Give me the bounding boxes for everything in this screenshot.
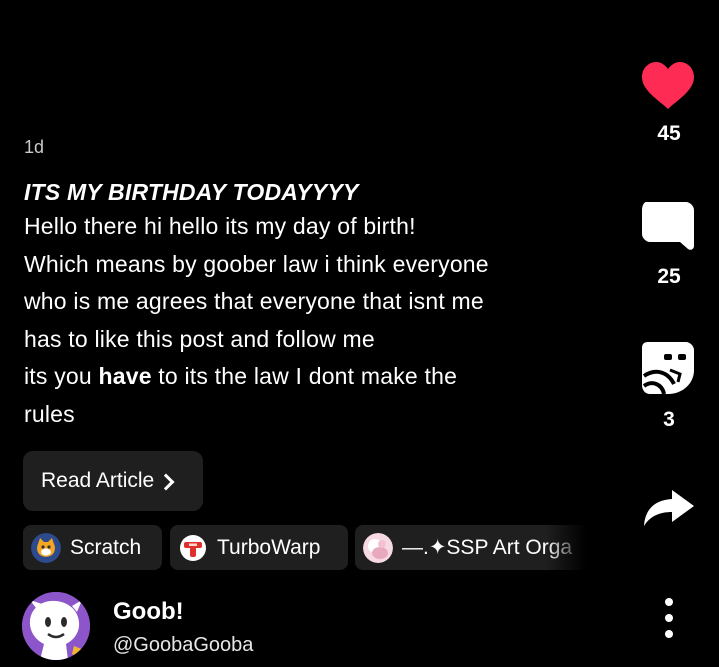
- post-line-text: to its the law I dont make the: [151, 363, 458, 389]
- turbowarp-icon: [180, 534, 206, 561]
- dot: [665, 598, 673, 606]
- scratch-cat-icon: [31, 532, 61, 563]
- remix-face-icon[interactable]: [640, 340, 696, 396]
- speech-bubble-icon[interactable]: [640, 200, 696, 252]
- post-title: ITS MY BIRTHDAY TODAYYYY: [24, 179, 359, 205]
- post-line: has to like this post and follow me: [24, 325, 375, 352]
- tags-fade: [546, 525, 586, 570]
- dot: [665, 614, 673, 622]
- read-article-label: Read Article: [41, 469, 155, 492]
- read-article-button[interactable]: Read Article: [23, 451, 203, 511]
- post-line: Hello there hi hello its my day of birth…: [24, 213, 416, 239]
- tag-label: Scratch: [70, 535, 142, 559]
- author-handle[interactable]: @GoobaGooba: [113, 634, 253, 657]
- author-avatar[interactable]: [22, 592, 90, 660]
- avatar-image: [22, 592, 90, 660]
- tag-label: TurboWarp: [217, 535, 321, 559]
- post-line: its you have to its the law I dont make …: [24, 358, 624, 396]
- more-dots-icon[interactable]: [652, 598, 686, 638]
- tag-turbowarp[interactable]: TurboWarp: [170, 525, 348, 570]
- dot: [665, 630, 673, 638]
- tag-list: Scratch TurboWarp —.✦SSP Art Orga: [23, 525, 586, 570]
- ssp-art-icon: [363, 532, 393, 563]
- post-line-text: its you: [24, 363, 99, 389]
- post-bold-word: have: [98, 363, 152, 389]
- tag-scratch[interactable]: Scratch: [23, 525, 162, 570]
- post-timestamp: 1d: [24, 137, 45, 157]
- heart-icon[interactable]: [640, 61, 696, 111]
- post-line: who is me agrees that everyone that isnt…: [24, 288, 484, 314]
- like-count: 45: [657, 122, 681, 145]
- remix-count: 3: [663, 408, 675, 431]
- post-line: rules: [24, 400, 75, 427]
- comment-count: 25: [657, 265, 681, 288]
- post-line: Which means by goober law i think everyo…: [24, 250, 489, 277]
- author-name[interactable]: Goob!: [113, 598, 184, 626]
- post-content: ITS MY BIRTHDAY TODAYYYY Hello there hi …: [24, 176, 624, 433]
- share-arrow-icon[interactable]: [640, 488, 696, 528]
- chevron-right-icon: [157, 473, 175, 490]
